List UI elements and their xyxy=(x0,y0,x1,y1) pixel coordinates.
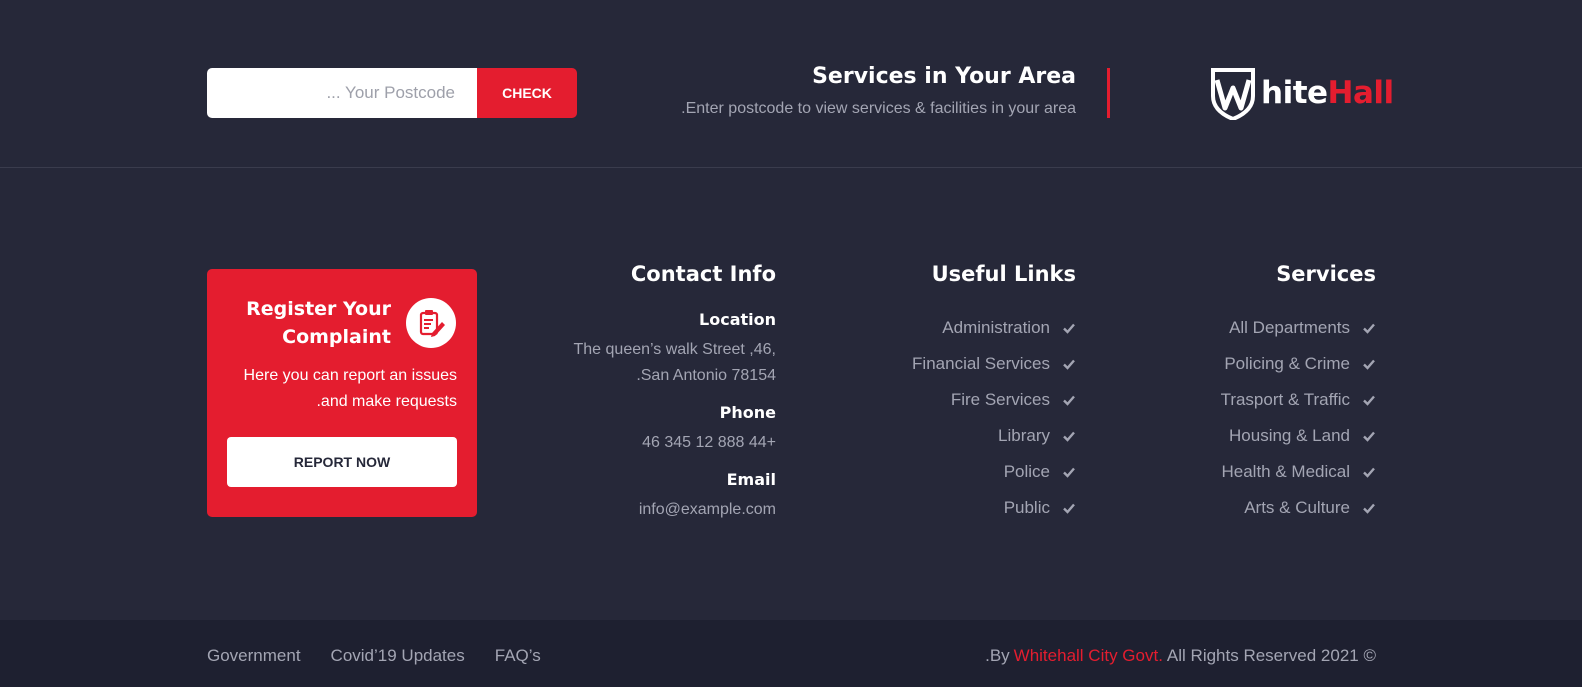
services-area-title: Services in Your Area xyxy=(812,64,1076,89)
bottom-bar: Government Covid’19 Updates FAQ’s .By Wh… xyxy=(0,620,1582,687)
useful-link-item-label: Financial Services xyxy=(912,354,1050,373)
check-icon xyxy=(1363,467,1375,478)
useful-link-item[interactable]: Public xyxy=(836,490,1076,526)
useful-link-item[interactable]: Library xyxy=(836,418,1076,454)
location-group: Location The queen’s walk Street ,46, .S… xyxy=(516,310,777,389)
useful-link-item[interactable]: Financial Services xyxy=(836,346,1076,382)
services-title: Services xyxy=(1276,262,1376,286)
copyright: .By Whitehall City Govt. All Rights Rese… xyxy=(985,646,1376,666)
location-line-1: The queen’s walk Street ,46, xyxy=(573,341,777,358)
useful-links-list: Administration Financial Services Fire Ser… xyxy=(836,310,1076,526)
services-list: All Departments Policing & Crime Trasport … xyxy=(1136,310,1376,526)
check-button[interactable]: CHECK xyxy=(477,68,577,118)
postcode-form: CHECK xyxy=(207,68,577,118)
top-strip: CHECK Services in Your Area .Enter postc… xyxy=(0,0,1582,168)
check-icon xyxy=(1363,395,1375,406)
location-label: Location xyxy=(699,310,776,329)
services-area-subtitle: .Enter postcode to view services & facil… xyxy=(681,100,1076,117)
service-item-label: Health & Medical xyxy=(1221,462,1350,481)
check-icon xyxy=(1363,359,1375,370)
logo-text: hiteHall xyxy=(1261,75,1394,111)
useful-link-item-label: Police xyxy=(1003,462,1050,481)
service-item[interactable]: All Departments xyxy=(1136,310,1376,346)
complaint-title: Register Your Complaint xyxy=(246,298,391,348)
clipboard-edit-icon xyxy=(406,298,456,348)
useful-link-item-label: Fire Services xyxy=(950,390,1050,409)
useful-link-item[interactable]: Fire Services xyxy=(836,382,1076,418)
check-icon xyxy=(1363,503,1375,514)
useful-link-item[interactable]: Administration xyxy=(836,310,1076,346)
shield-logo-icon xyxy=(1211,68,1255,120)
check-icon xyxy=(1363,431,1375,442)
service-item-label: All Departments xyxy=(1229,318,1350,337)
check-icon xyxy=(1363,323,1375,334)
check-icon xyxy=(1063,323,1075,334)
useful-links-title: Useful Links xyxy=(931,262,1076,286)
copyright-brand-link[interactable]: Whitehall City Govt. xyxy=(1014,646,1163,666)
email-value[interactable]: info@example.com xyxy=(516,497,776,523)
email-label: Email xyxy=(726,470,776,489)
service-item-label: Trasport & Traffic xyxy=(1220,390,1350,409)
services-column: Services All Departments Policing & Crime… xyxy=(1136,262,1376,526)
location-line-2: .San Antonio 78154 xyxy=(636,367,776,384)
complaint-text: Here you can report an issues .and make … xyxy=(243,367,457,410)
check-icon xyxy=(1063,395,1075,406)
whitehall-logo[interactable]: hiteHall xyxy=(1207,66,1394,120)
check-icon xyxy=(1063,359,1075,370)
email-group: Email info@example.com xyxy=(516,470,776,523)
contact-info-title: Contact Info xyxy=(630,262,776,286)
service-item[interactable]: Policing & Crime xyxy=(1136,346,1376,382)
report-now-button[interactable]: REPORT NOW xyxy=(227,437,457,487)
contact-info-column: Contact Info Location The queen’s walk S… xyxy=(516,262,777,537)
copyright-suffix: All Rights Reserved 2021 © xyxy=(1166,646,1376,665)
service-item-label: Housing & Land xyxy=(1229,426,1350,445)
useful-link-item-label: Administration xyxy=(942,318,1050,337)
phone-value[interactable]: 46 345 12 888 44+ xyxy=(516,430,776,456)
nav-covid-updates[interactable]: Covid’19 Updates xyxy=(331,646,465,666)
useful-link-item-label: Public xyxy=(1003,498,1050,517)
bottom-nav: Government Covid’19 Updates FAQ’s xyxy=(207,646,541,666)
phone-label: Phone xyxy=(719,403,776,422)
copyright-prefix: .By xyxy=(985,646,1010,665)
divider-bar xyxy=(1107,68,1110,118)
service-item-label: Policing & Crime xyxy=(1224,354,1350,373)
service-item[interactable]: Health & Medical xyxy=(1136,454,1376,490)
service-item[interactable]: Trasport & Traffic xyxy=(1136,382,1376,418)
useful-links-column: Useful Links Administration Financial Ser… xyxy=(836,262,1076,526)
phone-group: Phone 46 345 12 888 44+ xyxy=(516,403,776,456)
service-item-label: Arts & Culture xyxy=(1244,498,1350,517)
check-icon xyxy=(1063,467,1075,478)
service-item[interactable]: Arts & Culture xyxy=(1136,490,1376,526)
check-icon xyxy=(1063,431,1075,442)
useful-link-item[interactable]: Police xyxy=(836,454,1076,490)
check-icon xyxy=(1063,503,1075,514)
nav-government[interactable]: Government xyxy=(207,646,301,666)
useful-link-item-label: Library xyxy=(998,426,1050,445)
postcode-input[interactable] xyxy=(207,68,477,118)
complaint-card: Register Your Complaint Here you can rep… xyxy=(207,269,477,517)
nav-faqs[interactable]: FAQ’s xyxy=(495,646,541,666)
service-item[interactable]: Housing & Land xyxy=(1136,418,1376,454)
